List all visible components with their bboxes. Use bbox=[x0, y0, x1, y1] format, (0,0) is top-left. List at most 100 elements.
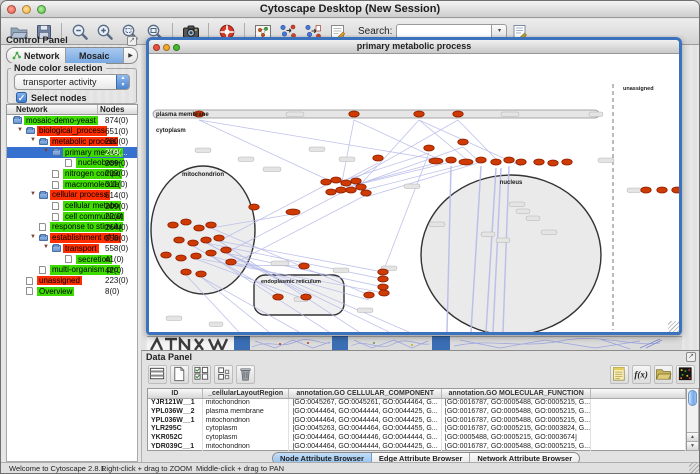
disclosure-triangle-icon[interactable]: ▼ bbox=[30, 191, 36, 197]
tree-row-response-to-stimulu[interactable]: response to stimulu264(0) bbox=[7, 222, 137, 233]
network-node[interactable] bbox=[188, 240, 198, 246]
network-node[interactable] bbox=[336, 187, 346, 193]
network-node[interactable] bbox=[181, 269, 191, 275]
network-window-titlebar[interactable]: primary metabolic process bbox=[149, 40, 679, 54]
network-node[interactable] bbox=[168, 222, 178, 228]
node-color-dropdown[interactable]: transporter activity ▲▼ bbox=[14, 74, 130, 90]
network-minimize-button[interactable] bbox=[163, 44, 170, 51]
tree-row-transport[interactable]: ▼transport558(0) bbox=[7, 243, 137, 254]
tree-row-nitrogen-compo[interactable]: nitrogen compo209(0) bbox=[7, 168, 137, 179]
network-node[interactable] bbox=[429, 158, 443, 164]
network-node[interactable] bbox=[351, 178, 361, 184]
network-node[interactable] bbox=[459, 159, 473, 165]
background-window-fragment[interactable] bbox=[250, 336, 332, 350]
network-node[interactable] bbox=[196, 271, 206, 277]
network-node[interactable] bbox=[672, 187, 679, 193]
network-node[interactable] bbox=[373, 155, 383, 161]
network-node[interactable] bbox=[331, 177, 341, 183]
network-canvas[interactable]: plasma membranecytoplasmmitochondrionnuc… bbox=[149, 54, 679, 332]
unselect-attributes-button[interactable] bbox=[214, 365, 233, 384]
tree-row-metabolic-process[interactable]: ▼metabolic process280(0) bbox=[7, 136, 137, 147]
disclosure-triangle-icon[interactable]: ▼ bbox=[17, 127, 23, 133]
select-nodes-checkbox[interactable]: ✓ bbox=[16, 92, 27, 103]
tree-row-biological-process[interactable]: ▼biological_process651(0) bbox=[7, 126, 137, 137]
create-attribute-button[interactable] bbox=[170, 365, 189, 384]
network-node[interactable] bbox=[181, 219, 191, 225]
network-node[interactable] bbox=[657, 187, 667, 193]
background-window-fragment[interactable] bbox=[332, 336, 348, 350]
network-node[interactable] bbox=[349, 111, 359, 117]
network-node[interactable] bbox=[364, 292, 374, 298]
network-node[interactable] bbox=[326, 189, 336, 195]
table-row[interactable]: YPL036W__2plasma membrane[GO:0044464, GO… bbox=[148, 408, 686, 417]
network-node[interactable] bbox=[161, 252, 171, 258]
background-window-fragment[interactable] bbox=[147, 336, 234, 350]
tree-column-header[interactable]: Network Nodes bbox=[6, 104, 138, 115]
tree-column-nodes[interactable]: Nodes bbox=[97, 105, 137, 114]
tree-row-multi-organism-pro[interactable]: multi-organism pro42(0) bbox=[7, 265, 137, 276]
scrollbar-thumb[interactable] bbox=[688, 390, 697, 406]
background-window-fragment[interactable] bbox=[234, 336, 250, 350]
network-node[interactable] bbox=[641, 187, 651, 193]
network-node[interactable] bbox=[176, 255, 186, 261]
tree-row-establishment-of-lo[interactable]: ▼establishment of lo558(0) bbox=[7, 233, 137, 244]
tree-row-secretion[interactable]: secretion41(0) bbox=[7, 254, 137, 265]
tree-row-cellular-process[interactable]: ▼cellular process614(0) bbox=[7, 190, 137, 201]
window-resize-grip[interactable] bbox=[689, 463, 699, 473]
tree-row-cellular-metabo[interactable]: cellular metabo209(0) bbox=[7, 201, 137, 212]
network-node[interactable] bbox=[424, 145, 434, 151]
tab-network[interactable]: Network bbox=[7, 48, 66, 63]
scroll-up-icon[interactable]: ▲ bbox=[687, 432, 698, 441]
tree-row-overview[interactable]: Overview8(0) bbox=[7, 286, 137, 297]
column-header-annotation-go-molecular-function[interactable]: annotation.GO MOLECULAR_FUNCTION bbox=[442, 389, 591, 398]
table-row[interactable]: YKR052Ccytoplasm[GO:0044464, GO:0044446,… bbox=[148, 434, 686, 443]
select-attributes-button[interactable] bbox=[192, 365, 211, 384]
equation-builder-button[interactable]: f(x) bbox=[632, 365, 651, 384]
background-window-fragment[interactable] bbox=[348, 336, 432, 350]
table-row[interactable]: YJR121W__1mitochondrion[GO:0045267, GO:0… bbox=[148, 399, 686, 408]
disclosure-triangle-icon[interactable]: ▼ bbox=[30, 234, 36, 240]
table-row[interactable]: YPL036W__1mitochondrion[GO:0044464, GO:0… bbox=[148, 417, 686, 426]
column-header--cellularlayoutregion[interactable]: _cellularLayoutRegion bbox=[203, 389, 290, 398]
title-bar[interactable]: Cytoscape Desktop (New Session) bbox=[1, 1, 699, 18]
network-node[interactable] bbox=[226, 259, 236, 265]
disclosure-triangle-icon[interactable]: ▼ bbox=[43, 244, 49, 250]
minimize-button[interactable] bbox=[22, 5, 31, 14]
column-header-annotation-go-cellular-component[interactable]: annotation.GO CELLULAR_COMPONENT bbox=[289, 389, 441, 398]
background-window-fragment[interactable] bbox=[450, 336, 682, 350]
disclosure-triangle-icon[interactable]: ▼ bbox=[30, 137, 36, 143]
network-node[interactable] bbox=[378, 269, 388, 275]
network-node[interactable] bbox=[214, 235, 224, 241]
network-resize-grip[interactable] bbox=[668, 321, 679, 332]
network-node[interactable] bbox=[414, 111, 424, 117]
tree-row-mosaic-demo-yeast[interactable]: mosaic-demo-yeast874(0) bbox=[7, 115, 137, 126]
table-row[interactable]: YDR039C__1mitochondrion[GO:0044464, GO:0… bbox=[148, 443, 686, 452]
tab-overflow-arrow-icon[interactable]: ▶ bbox=[124, 48, 137, 63]
network-node[interactable] bbox=[206, 250, 216, 256]
tree-row-cell-communicat[interactable]: cell communicat22(0) bbox=[7, 211, 137, 222]
network-zoom-button[interactable] bbox=[173, 44, 180, 51]
network-node[interactable] bbox=[476, 157, 486, 163]
background-window-fragment[interactable] bbox=[432, 336, 450, 350]
column-header-id[interactable]: ID bbox=[148, 389, 203, 398]
network-node[interactable] bbox=[534, 159, 544, 165]
import-attributes-button[interactable] bbox=[654, 365, 673, 384]
network-node[interactable] bbox=[346, 187, 356, 193]
tree-row-unassigned[interactable]: unassigned223(0) bbox=[7, 275, 137, 286]
table-row[interactable]: YLR295Ccytoplasm[GO:0045263, GO:0044464,… bbox=[148, 425, 686, 434]
network-node[interactable] bbox=[453, 111, 463, 117]
network-close-button[interactable] bbox=[153, 44, 160, 51]
network-node[interactable] bbox=[504, 157, 514, 163]
network-node[interactable] bbox=[361, 190, 371, 196]
network-node[interactable] bbox=[174, 237, 184, 243]
close-button[interactable] bbox=[7, 5, 16, 14]
delete-attribute-button[interactable] bbox=[236, 365, 255, 384]
column-header-blank[interactable] bbox=[591, 389, 686, 398]
attribute-table-header[interactable]: ID_cellularLayoutRegionannotation.GO CEL… bbox=[148, 389, 686, 399]
network-node[interactable] bbox=[299, 263, 309, 269]
tree-column-network[interactable]: Network bbox=[7, 105, 97, 114]
network-node[interactable] bbox=[379, 290, 389, 296]
tree-row-macromolecule[interactable]: macromolecule311(0) bbox=[7, 179, 137, 190]
network-node[interactable] bbox=[191, 253, 201, 259]
tab-mosaic[interactable]: Mosaic bbox=[66, 48, 125, 63]
